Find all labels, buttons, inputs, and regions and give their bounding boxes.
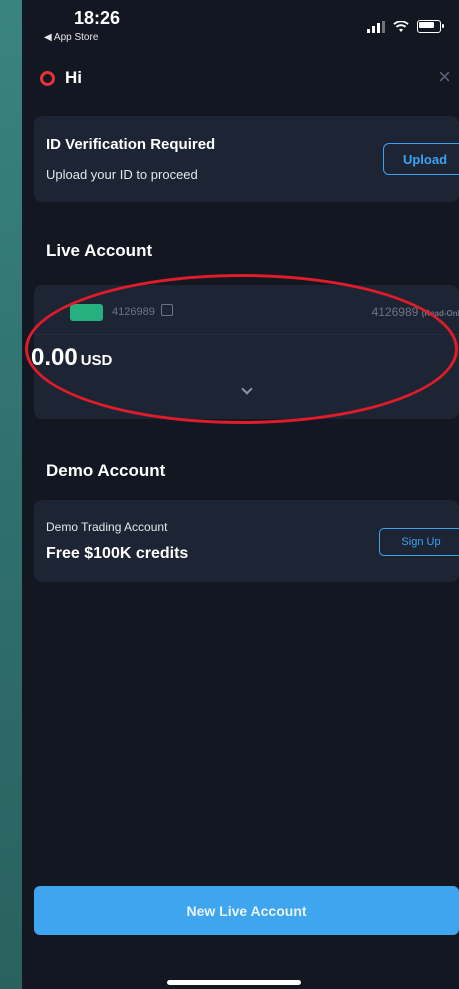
- close-icon[interactable]: ×: [438, 64, 451, 90]
- id-verification-subtitle: Upload your ID to proceed: [46, 167, 198, 182]
- demo-account-subtitle: Demo Trading Account: [46, 520, 168, 534]
- demo-account-title: Demo Account: [46, 461, 166, 480]
- greeting-text: Hi: [65, 68, 82, 87]
- red-annotation-ellipse: [25, 274, 458, 424]
- wifi-icon: [393, 20, 409, 32]
- app-screen: 18:26 ◀ App Store Hi × ID Verification R…: [22, 0, 459, 989]
- home-indicator[interactable]: [167, 980, 301, 985]
- demo-account-offer: Free $100K credits: [46, 545, 189, 562]
- screenshot-background: [0, 0, 22, 989]
- id-verification-card: ID Verification Required Upload your ID …: [34, 116, 459, 202]
- upload-button[interactable]: Upload: [383, 143, 459, 175]
- new-live-account-button[interactable]: New Live Account: [34, 886, 459, 935]
- sign-up-button[interactable]: Sign Up: [379, 528, 459, 556]
- greeting: Hi: [40, 68, 82, 88]
- live-account-title: Live Account: [46, 241, 153, 260]
- status-time: 18:26: [74, 8, 121, 28]
- back-to-app-store[interactable]: ◀ App Store: [44, 32, 98, 43]
- demo-account-card: Demo Trading Account Free $100K credits …: [34, 500, 459, 582]
- signal-icon: [367, 20, 385, 33]
- battery-icon: [417, 20, 444, 33]
- id-verification-title: ID Verification Required: [46, 136, 216, 153]
- status-icons: [367, 20, 444, 33]
- brand-logo-icon: [40, 70, 55, 86]
